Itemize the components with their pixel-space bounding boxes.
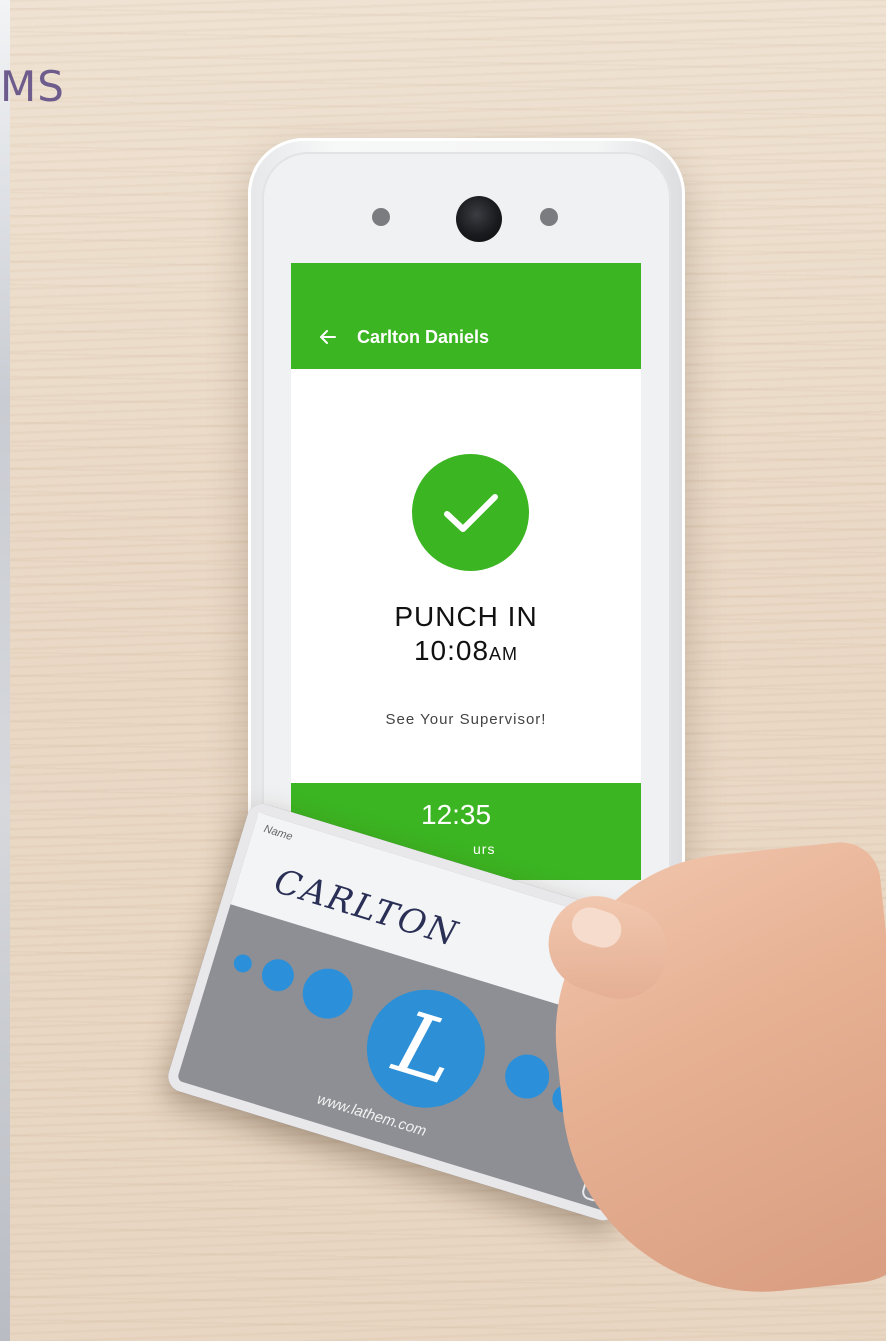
badge-signature: CARLTON	[269, 861, 464, 956]
right-sensor	[540, 208, 558, 226]
check-circle-icon	[412, 454, 529, 571]
device-screen: Carlton Daniels PUNCH IN 10:08AM See You…	[291, 263, 641, 880]
supervisor-message: See Your Supervisor!	[385, 711, 547, 728]
punch-time-value: 10:08	[413, 635, 490, 666]
thumbnail	[567, 902, 626, 953]
badge-logo: L	[352, 975, 500, 1123]
badge-dot	[257, 955, 298, 996]
app-bar: Carlton Daniels	[291, 305, 641, 369]
punch-result-panel: PUNCH IN 10:08AM See Your Supervisor!	[291, 369, 641, 783]
hours-value: 12:35	[421, 799, 492, 830]
brand-logo-text: MS	[0, 62, 65, 111]
badge-dot	[231, 952, 255, 975]
arrow-left-icon[interactable]	[317, 326, 339, 348]
punch-type-label: PUNCH IN	[394, 601, 538, 632]
camera-lens	[456, 196, 502, 242]
left-sensor	[372, 208, 390, 226]
punch-time-ampm: AM	[489, 644, 519, 664]
badge-dot	[499, 1049, 555, 1105]
punch-time: 10:08AM	[291, 635, 641, 667]
badge-name-label: Name	[262, 823, 294, 844]
badge-logo-letter: L	[383, 992, 468, 1105]
left-edge-strip	[0, 0, 10, 1341]
status-bar	[291, 263, 641, 305]
hours-label: urs	[473, 841, 496, 857]
badge-dot	[296, 962, 359, 1025]
employee-name-title: Carlton Daniels	[357, 326, 490, 347]
